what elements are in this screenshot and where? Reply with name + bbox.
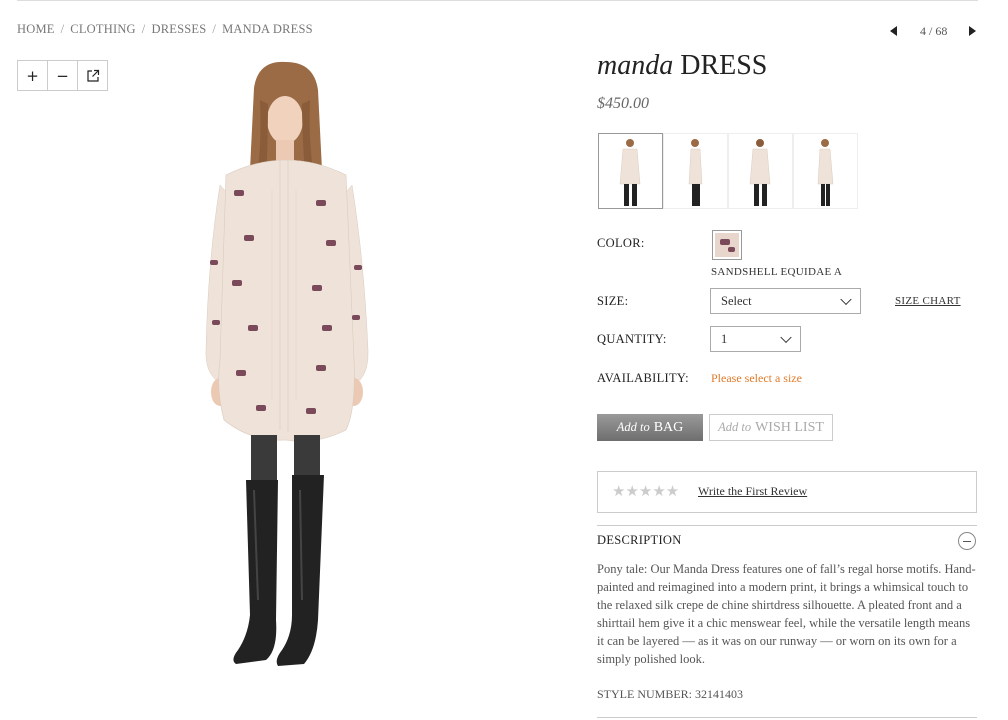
horse-print-icon — [720, 239, 735, 252]
breadcrumb-home[interactable]: HOME — [17, 22, 55, 36]
product-pager: 4 / 68 — [890, 24, 980, 40]
quantity-select-value: 1 — [721, 331, 728, 346]
write-review-link[interactable]: Write the First Review — [698, 484, 807, 499]
size-label: SIZE: — [597, 294, 629, 308]
add-to-bag-button[interactable]: Add to BAG — [597, 414, 703, 441]
style-number: STYLE NUMBER: 32141403 — [597, 687, 744, 701]
product-title-caps: DRESS — [680, 50, 768, 81]
size-select[interactable]: Select — [710, 288, 861, 314]
zoom-out-button[interactable]: − — [48, 61, 78, 90]
thumbnail-image — [688, 139, 703, 206]
quantity-label: QUANTITY: — [597, 332, 667, 346]
description-heading: DESCRIPTION — [597, 533, 682, 547]
thumbnail-side[interactable] — [663, 133, 728, 209]
availability-label: AVAILABILITY: — [597, 371, 689, 385]
breadcrumb: HOME / CLOTHING / DRESSES / MANDA DRESS — [17, 22, 313, 37]
breadcrumb-current: MANDA DRESS — [222, 22, 313, 36]
product-price: $450.00 — [597, 95, 649, 112]
breadcrumb-dresses[interactable]: DRESSES — [151, 22, 206, 36]
description-bottom-divider — [597, 717, 977, 718]
add-to-wishlist-button[interactable]: Add to WISH LIST — [709, 414, 833, 441]
thumbnail-image — [749, 139, 771, 206]
open-external-button[interactable] — [78, 61, 107, 90]
availability-status: Please select a size — [711, 371, 802, 385]
previous-product-arrow-icon[interactable] — [890, 26, 897, 36]
breadcrumb-separator: / — [141, 22, 146, 36]
pager-count: 4 / 68 — [920, 24, 948, 38]
add-to-bag-caps: BAG — [653, 419, 684, 435]
product-title: manda DRESS — [597, 50, 767, 82]
top-divider — [17, 0, 978, 1]
image-controls: + − — [17, 60, 108, 91]
color-label: COLOR: — [597, 236, 645, 250]
thumbnail-back[interactable] — [728, 133, 793, 209]
breadcrumb-clothing[interactable]: CLOTHING — [70, 22, 135, 36]
description-divider — [597, 525, 977, 526]
next-product-arrow-icon[interactable] — [969, 26, 976, 36]
open-external-icon — [86, 69, 99, 82]
size-select-value: Select — [721, 293, 752, 308]
product-title-italic: manda — [597, 50, 674, 81]
review-box: ★★★★★ Write the First Review — [597, 471, 977, 513]
chevron-down-icon — [780, 331, 792, 344]
thumbnail-image — [817, 139, 834, 206]
breadcrumb-separator: / — [60, 22, 65, 36]
chevron-down-icon — [840, 293, 852, 306]
quantity-select[interactable]: 1 — [710, 326, 801, 352]
thumbnail-strip — [598, 133, 858, 209]
color-swatch-image — [715, 233, 739, 257]
zoom-in-button[interactable]: + — [18, 61, 48, 90]
add-to-bag-italic: Add to — [616, 420, 650, 434]
add-to-wishlist-italic: Add to — [718, 420, 752, 434]
collapse-minus-icon[interactable] — [958, 532, 976, 550]
thumbnail-image — [619, 139, 641, 206]
star-rating-icon: ★★★★★ — [612, 482, 680, 500]
thumbnail-front[interactable] — [598, 133, 663, 209]
description-text: Pony tale: Our Manda Dress features one … — [597, 562, 976, 666]
size-chart-link[interactable]: SIZE CHART — [895, 295, 961, 307]
add-to-wishlist-caps: WISH LIST — [755, 419, 824, 435]
product-main-image[interactable] — [196, 60, 376, 672]
color-name: SANDSHELL EQUIDAE A — [711, 266, 843, 278]
color-swatch[interactable] — [712, 230, 742, 260]
thumbnail-side-2[interactable] — [793, 133, 858, 209]
breadcrumb-separator: / — [212, 22, 217, 36]
